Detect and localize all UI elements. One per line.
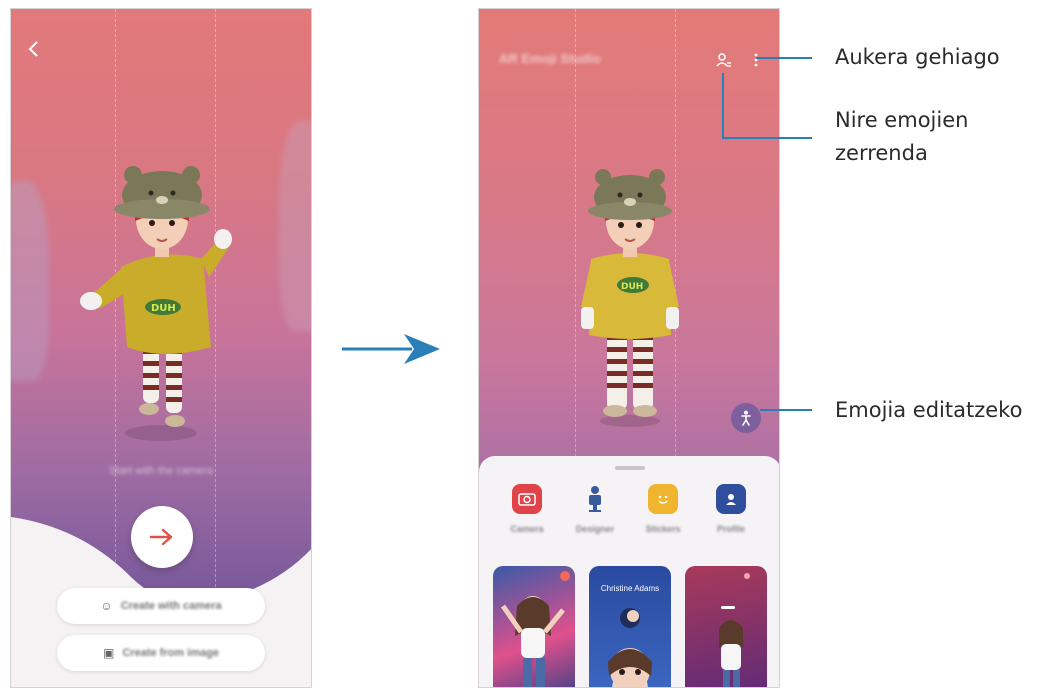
annotation-my-emojis-line1: Nire emojien [835,108,969,132]
stage: DUH Start with the camera ☺ Create with … [0,0,1054,688]
annotation-my-emojis-line2: zerrenda [835,141,928,165]
annotation-more-options: Aukera gehiago [835,45,1000,69]
annotation-edit-emoji: Emojia editatzeko [835,398,1023,422]
